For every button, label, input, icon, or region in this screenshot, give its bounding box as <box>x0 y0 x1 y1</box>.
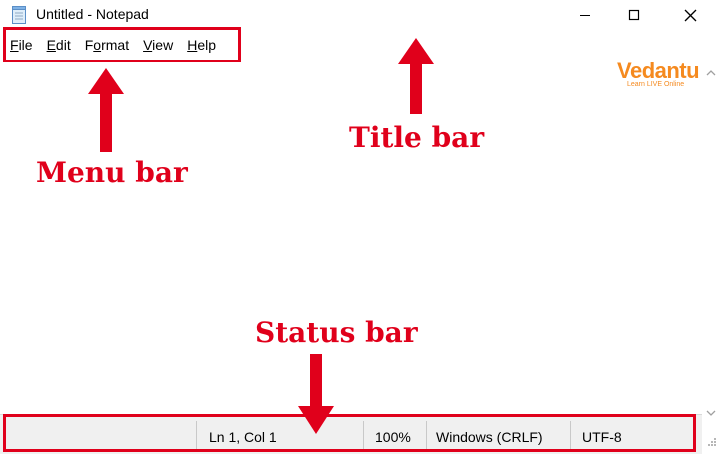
status-bar-annotation: Status bar <box>255 316 418 349</box>
vedantu-logo: Vedantu Learn LIVE Online <box>617 58 707 92</box>
close-button[interactable] <box>667 0 713 30</box>
window-title: Untitled - Notepad <box>36 6 149 22</box>
title-bar[interactable]: Untitled - Notepad <box>0 0 720 30</box>
minimize-icon <box>579 9 591 21</box>
maximize-icon <box>628 9 640 21</box>
vertical-scrollbar[interactable] <box>703 60 720 416</box>
close-icon <box>684 9 697 22</box>
logo-tagline: Learn LIVE Online <box>627 81 685 88</box>
notepad-window: Untitled - Notepad File Edit Format View… <box>0 0 720 454</box>
scroll-down-icon[interactable] <box>706 404 716 422</box>
title-bar-arrow-icon <box>398 38 434 114</box>
minimize-button[interactable] <box>562 0 608 30</box>
menu-bar-highlight-box <box>3 27 241 63</box>
maximize-button[interactable] <box>611 0 657 30</box>
menu-bar-annotation: Menu bar <box>36 156 188 189</box>
menu-bar-arrow-icon <box>88 68 124 152</box>
scroll-up-icon[interactable] <box>706 64 716 82</box>
resize-grip-icon[interactable] <box>705 434 717 452</box>
status-bar-highlight-box <box>3 414 696 452</box>
notepad-icon <box>12 6 27 24</box>
status-bar-arrow-icon <box>298 354 334 434</box>
title-bar-annotation: Title bar <box>349 121 485 154</box>
